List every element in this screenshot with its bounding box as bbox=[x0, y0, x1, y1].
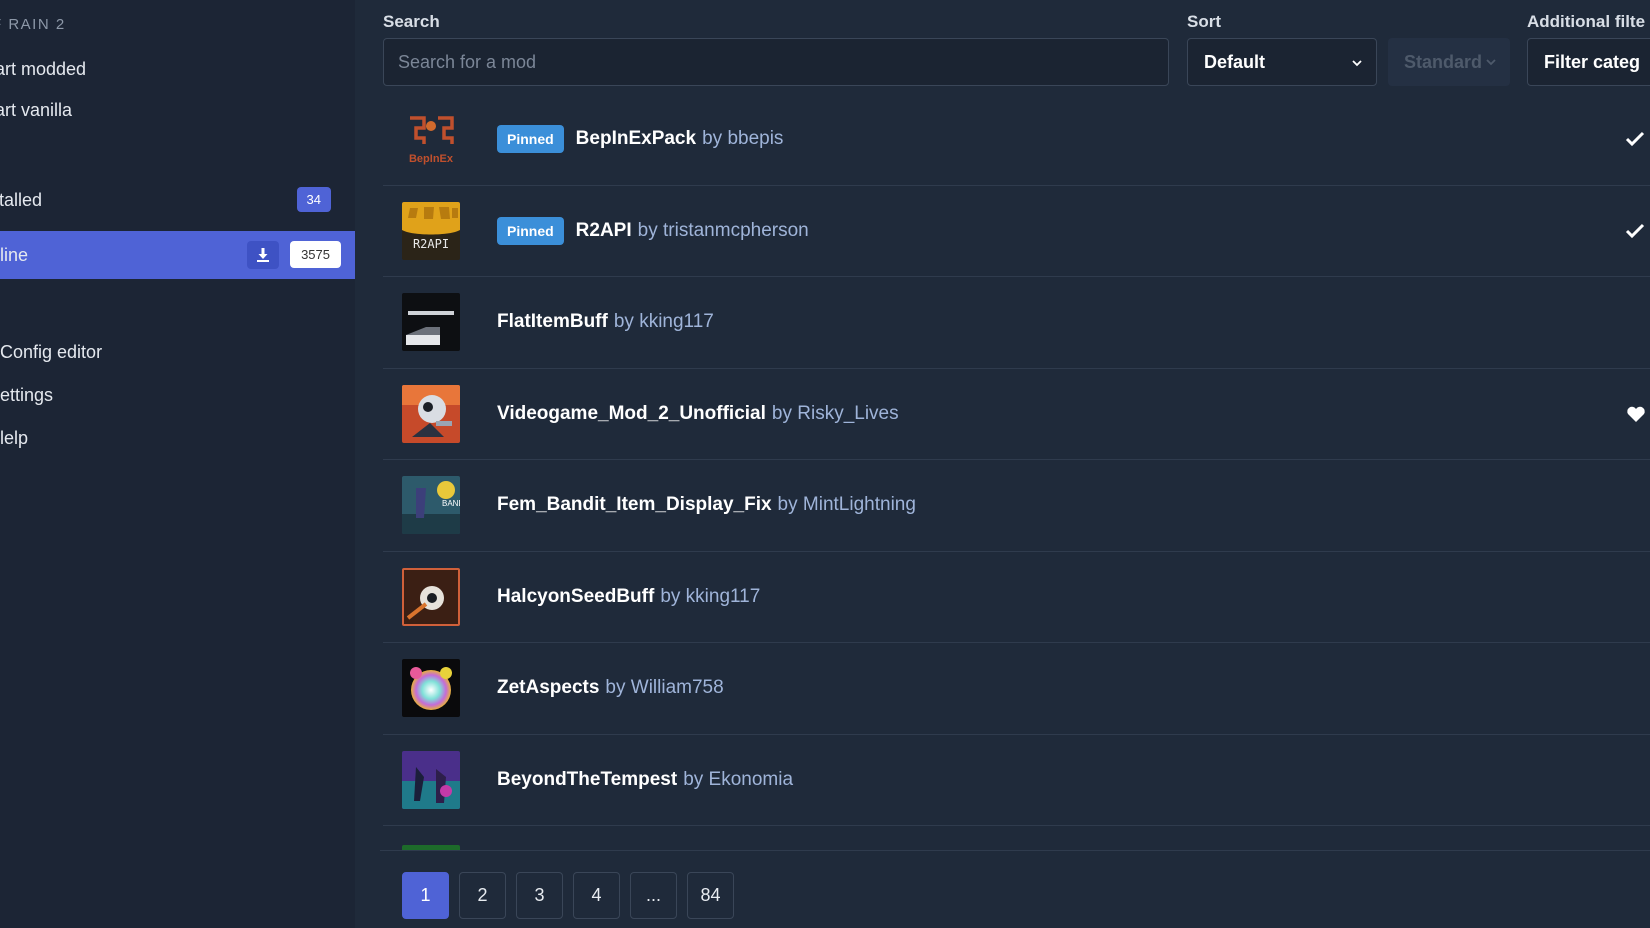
page-button[interactable]: 1 bbox=[402, 872, 449, 919]
nav-config-editor[interactable]: Config editor bbox=[0, 331, 355, 373]
filter-categories-button[interactable]: Filter categ bbox=[1527, 38, 1650, 86]
mod-by: by bbox=[605, 677, 626, 699]
check-icon bbox=[1625, 223, 1645, 238]
mod-author: Ekonomia bbox=[708, 768, 794, 790]
nav-help[interactable]: lelp bbox=[0, 417, 355, 459]
page-button[interactable]: 2 bbox=[459, 872, 506, 919]
mod-by: by bbox=[637, 219, 658, 241]
mod-name: Fem_Bandit_Item_Display_Fix bbox=[497, 494, 772, 516]
mod-name: Videogame_Mod_2_Unofficial bbox=[497, 402, 766, 424]
nav-start-modded-label: tart modded bbox=[0, 58, 87, 79]
fem-bandit-mod-icon: BANDIT bbox=[402, 476, 460, 535]
mod-name: HalcyonSeedBuff bbox=[497, 585, 655, 607]
pagination-divider bbox=[380, 850, 1650, 851]
page-ellipsis-button[interactable]: ... bbox=[630, 872, 677, 919]
check-icon bbox=[1625, 132, 1645, 147]
page-button[interactable]: 4 bbox=[573, 872, 620, 919]
nav-help-label: lelp bbox=[0, 427, 29, 448]
search-input[interactable] bbox=[383, 38, 1169, 86]
nav-start-modded[interactable]: tart modded bbox=[0, 48, 355, 90]
page-button[interactable]: 3 bbox=[516, 872, 563, 919]
flatitembuff-mod-icon bbox=[402, 293, 460, 352]
mod-author: tristanmcpherson bbox=[663, 219, 809, 241]
mod-author: Risky_Lives bbox=[797, 402, 899, 424]
pinned-badge: Pinned bbox=[497, 125, 564, 154]
videogame-mod-icon bbox=[402, 384, 460, 443]
mod-by: by bbox=[613, 311, 634, 333]
chevron-down-icon bbox=[1352, 60, 1362, 67]
bepinex-mod-icon: BepInEx bbox=[402, 110, 460, 169]
filter-categories-label: Filter categ bbox=[1544, 51, 1641, 72]
mod-by: by bbox=[777, 494, 798, 516]
mod-author: kking117 bbox=[685, 585, 761, 607]
mod-by: by bbox=[660, 585, 681, 607]
pagination: 1 2 3 4 ... 84 bbox=[402, 872, 734, 919]
chevron-down-icon bbox=[1486, 59, 1496, 66]
mod-name: BeyondTheTempest bbox=[497, 768, 678, 790]
mod-row[interactable]: R2API Pinned R2API by tristanmcpherson bbox=[383, 186, 1650, 277]
halcyonseedbuff-mod-icon bbox=[402, 567, 460, 626]
installed-count-badge: 34 bbox=[296, 187, 331, 212]
svg-text:R2API: R2API bbox=[413, 237, 449, 251]
sort-label: Sort bbox=[1187, 12, 1221, 31]
mod-by: by bbox=[702, 128, 723, 150]
svg-text:BepInEx: BepInEx bbox=[409, 153, 454, 165]
online-count-badge: 3575 bbox=[290, 241, 341, 268]
mod-name: R2API bbox=[575, 219, 632, 241]
nav-installed[interactable]: stalled 34 bbox=[0, 179, 355, 221]
sort-select[interactable]: Default bbox=[1187, 38, 1377, 86]
beyondthetempest-mod-icon bbox=[402, 750, 460, 809]
mod-list: BepInEx Pinned BepInExPack by bbepis R2A… bbox=[383, 94, 1650, 826]
heart-icon bbox=[1627, 406, 1645, 422]
mod-row[interactable]: FlatItemBuff by kking117 bbox=[383, 277, 1650, 369]
mod-author: kking117 bbox=[639, 311, 714, 333]
sort-direction-select[interactable]: Standard bbox=[1388, 38, 1510, 86]
page-button[interactable]: 84 bbox=[687, 872, 734, 919]
mod-row[interactable]: BepInEx Pinned BepInExPack by bbepis bbox=[383, 94, 1650, 186]
r2api-mod-icon: R2API bbox=[402, 201, 460, 260]
mod-by: by bbox=[683, 768, 704, 790]
mod-row[interactable]: HalcyonSeedBuff by kking117 bbox=[383, 552, 1650, 643]
nav-online-label: nline bbox=[0, 244, 29, 265]
game-title: F RAIN 2 bbox=[0, 16, 66, 33]
nav-online[interactable]: nline 3575 bbox=[0, 231, 355, 279]
mod-name: FlatItemBuff bbox=[497, 311, 608, 333]
mod-author: William758 bbox=[630, 677, 724, 699]
zetaspects-mod-icon bbox=[402, 659, 460, 718]
mod-name: BepInExPack bbox=[575, 128, 697, 150]
download-icon[interactable] bbox=[247, 241, 279, 269]
nav-installed-label: stalled bbox=[0, 189, 43, 210]
sort-select-value: Default bbox=[1204, 51, 1266, 72]
svg-text:BANDIT: BANDIT bbox=[442, 499, 460, 508]
mod-author: bbepis bbox=[727, 128, 784, 150]
nav-settings-label: ettings bbox=[0, 384, 54, 405]
sort-direction-value: Standard bbox=[1404, 51, 1483, 72]
search-label: Search bbox=[383, 12, 440, 31]
mod-row[interactable]: Videogame_Mod_2_Unofficial by Risky_Live… bbox=[383, 369, 1650, 460]
nav-start-vanilla-label: tart vanilla bbox=[0, 99, 73, 120]
mod-row[interactable]: BANDIT Fem_Bandit_Item_Display_Fix by Mi… bbox=[383, 460, 1650, 552]
filters-label: Additional filte bbox=[1527, 12, 1646, 31]
nav-settings[interactable]: ettings bbox=[0, 374, 355, 416]
mod-row[interactable]: ZetAspects by William758 bbox=[383, 643, 1650, 735]
nav-start-vanilla[interactable]: tart vanilla bbox=[0, 89, 355, 131]
sidebar: F RAIN 2 tart modded tart vanilla stalle… bbox=[0, 0, 355, 928]
mod-author: MintLightning bbox=[802, 494, 916, 516]
pinned-badge: Pinned bbox=[497, 216, 564, 245]
nav-config-editor-label: Config editor bbox=[0, 341, 103, 362]
mod-by: by bbox=[771, 402, 792, 424]
mod-name: ZetAspects bbox=[497, 677, 600, 699]
mod-row[interactable]: BeyondTheTempest by Ekonomia bbox=[383, 735, 1650, 826]
